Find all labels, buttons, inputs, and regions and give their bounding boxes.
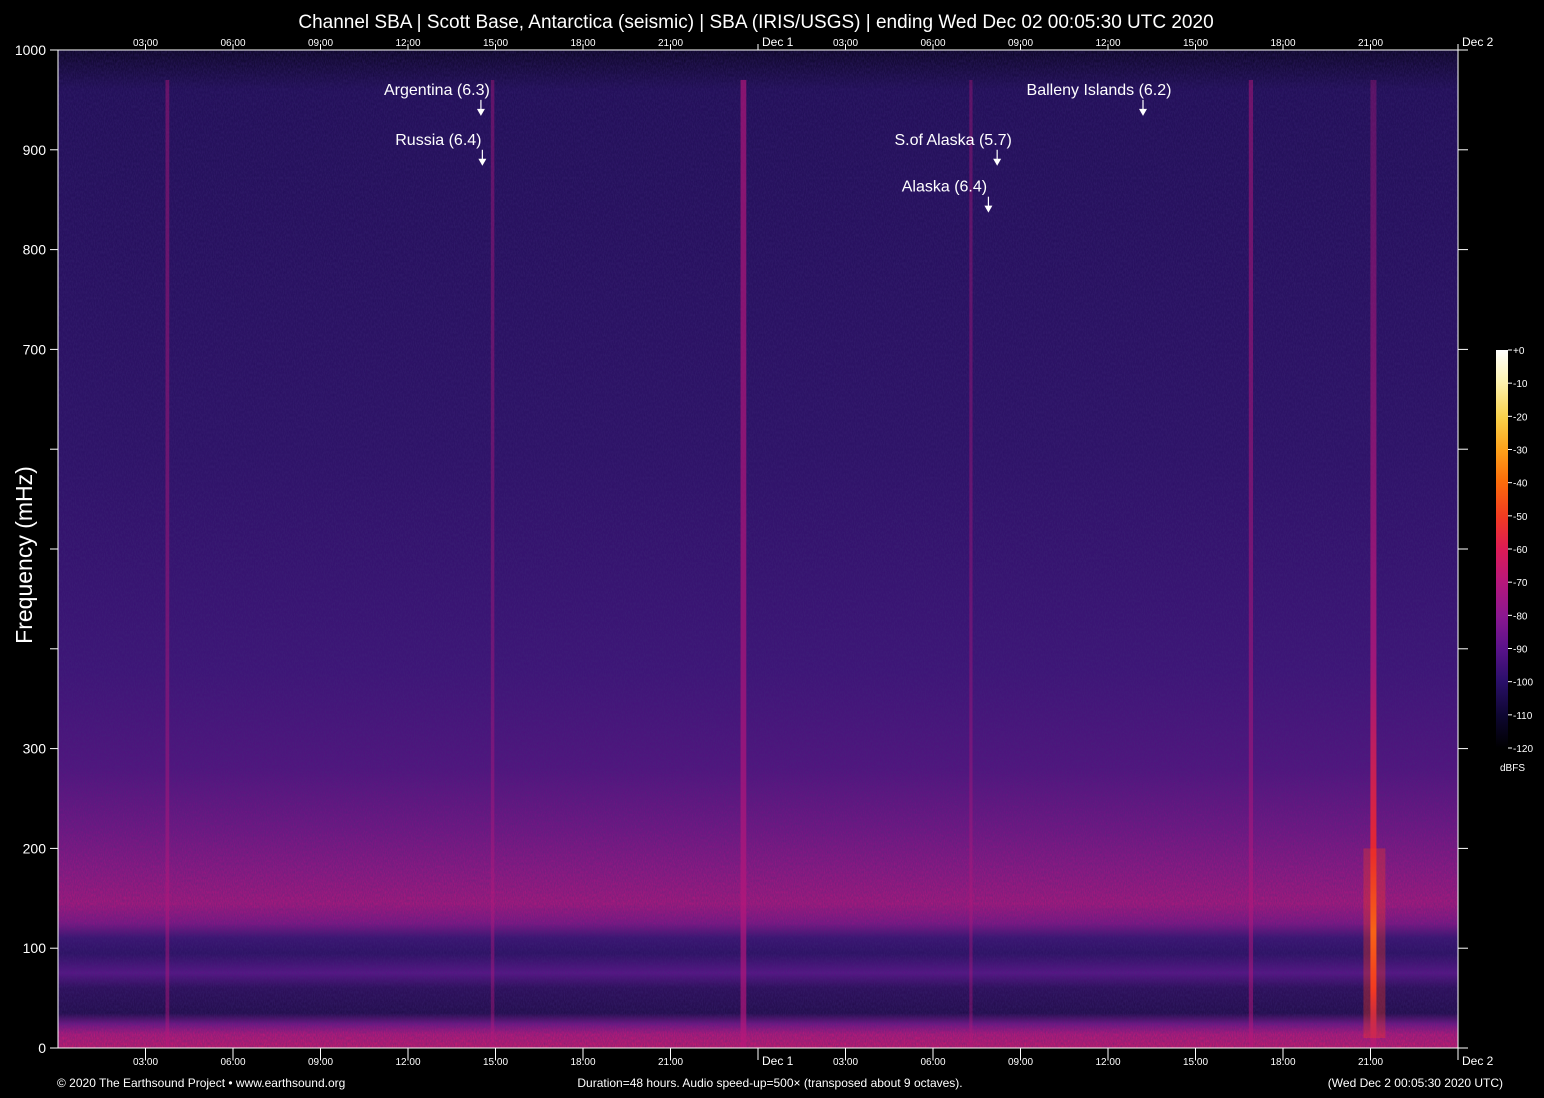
x-tick-label-top: 21:00 bbox=[1358, 38, 1383, 49]
x-tick-label-top: 09:00 bbox=[1008, 38, 1033, 49]
annotation-label: S.of Alaska (5.7) bbox=[894, 132, 1011, 149]
x-tick-label-top: 06:00 bbox=[920, 38, 945, 49]
annotation-label: Balleny Islands (6.2) bbox=[1027, 82, 1172, 99]
y-tick-label: 900 bbox=[23, 142, 47, 158]
x-tick-label-top: 09:00 bbox=[308, 38, 333, 49]
colorbar-tick-label: -100 bbox=[1513, 678, 1533, 689]
annotation-label: Alaska (6.4) bbox=[902, 179, 987, 196]
event-streak bbox=[490, 79, 495, 1048]
x-tick-label-bottom: 15:00 bbox=[1183, 1057, 1208, 1068]
x-tick-label-bottom: 06:00 bbox=[920, 1057, 945, 1068]
y-tick-label: 800 bbox=[23, 242, 47, 258]
x-tick-label-top: 03:00 bbox=[133, 38, 158, 49]
y-tick-label: 0 bbox=[38, 1040, 46, 1056]
x-tick-label-top: 12:00 bbox=[395, 38, 420, 49]
y-axis-label: Frequency (mHz) bbox=[11, 466, 37, 644]
x-tick-label-top: 15:00 bbox=[483, 38, 508, 49]
x-tick-label-bottom: 03:00 bbox=[133, 1057, 158, 1068]
x-tick-label-top: Dec 1 bbox=[762, 35, 794, 49]
colorbar-tick-label: -110 bbox=[1513, 711, 1533, 722]
colorbar-gradient bbox=[1496, 350, 1508, 748]
chart-title: Channel SBA | Scott Base, Antarctica (se… bbox=[298, 12, 1213, 33]
x-tick-label-top: 03:00 bbox=[833, 38, 858, 49]
colorbar-tick-label: -120 bbox=[1513, 744, 1533, 755]
y-tick-label: 200 bbox=[23, 840, 47, 856]
x-tick-label-bottom: 06:00 bbox=[220, 1057, 245, 1068]
event-streak bbox=[740, 79, 747, 1048]
colorbar-tick-label: -20 bbox=[1513, 412, 1528, 423]
y-tick-label: 300 bbox=[23, 741, 47, 757]
x-tick-label-top: 21:00 bbox=[658, 38, 683, 49]
x-tick-label-bottom: 21:00 bbox=[658, 1057, 683, 1068]
colorbar-tick-label: -40 bbox=[1513, 479, 1528, 490]
x-tick-label-top: Dec 2 bbox=[1462, 35, 1494, 49]
x-tick-label-bottom: 09:00 bbox=[1008, 1057, 1033, 1068]
colorbar-tick-label: -50 bbox=[1513, 512, 1528, 523]
event-streak bbox=[165, 79, 170, 1048]
x-tick-label-top: 18:00 bbox=[1270, 38, 1295, 49]
x-tick-label-bottom: Dec 2 bbox=[1462, 1054, 1494, 1068]
x-tick-label-top: 18:00 bbox=[570, 38, 595, 49]
colorbar-tick-label: -80 bbox=[1513, 611, 1528, 622]
spectrogram-chart: 0 100 200 300 700 800 900 1000 03:00 03:00 06:00 0… bbox=[11, 12, 1533, 1090]
colorbar-tick-label: -30 bbox=[1513, 446, 1528, 457]
x-tick-label-top: 15:00 bbox=[1183, 38, 1208, 49]
colorbar-tick-label: -70 bbox=[1513, 578, 1528, 589]
annotation-label: Argentina (6.3) bbox=[384, 82, 490, 99]
spectrogram-image bbox=[58, 50, 1458, 1048]
x-tick-label-bottom: 21:00 bbox=[1358, 1057, 1383, 1068]
x-tick-label-bottom: Dec 1 bbox=[762, 1054, 794, 1068]
y-tick-label: 100 bbox=[23, 940, 47, 956]
x-tick-label-bottom: 15:00 bbox=[483, 1057, 508, 1068]
x-tick-label-top: 12:00 bbox=[1095, 38, 1120, 49]
x-tick-label-bottom: 12:00 bbox=[1095, 1057, 1120, 1068]
event-burst bbox=[1363, 848, 1386, 1039]
colorbar-tick-label: -10 bbox=[1513, 379, 1528, 390]
footer-timestamp: (Wed Dec 2 00:05:30 2020 UTC) bbox=[1328, 1076, 1503, 1090]
x-tick-label-bottom: 12:00 bbox=[395, 1057, 420, 1068]
x-tick-label-top: 06:00 bbox=[220, 38, 245, 49]
footer-duration: Duration=48 hours. Audio speed-up=500× (… bbox=[577, 1076, 962, 1090]
x-tick-label-bottom: 09:00 bbox=[308, 1057, 333, 1068]
spectrogram-noise bbox=[58, 50, 1458, 1048]
x-tick-label-bottom: 03:00 bbox=[833, 1057, 858, 1068]
colorbar-ticks: +0 -10 -20 -30 -40 -50 -60 -70 -80 -90 -100 -110 -12… bbox=[1508, 346, 1533, 755]
footer-copyright: © 2020 The Earthsound Project • www.eart… bbox=[57, 1076, 345, 1090]
y-tick-label: 700 bbox=[23, 341, 47, 357]
x-tick-label-bottom: 18:00 bbox=[1270, 1057, 1295, 1068]
event-streak bbox=[969, 79, 973, 1048]
event-streak bbox=[1248, 79, 1254, 1048]
x-tick-label-bottom: 18:00 bbox=[570, 1057, 595, 1068]
colorbar-tick-label: -90 bbox=[1513, 645, 1528, 656]
colorbar: +0 -10 -20 -30 -40 -50 -60 -70 -80 -90 -100 -110 -12… bbox=[1496, 346, 1533, 774]
colorbar-tick-label: +0 bbox=[1513, 346, 1525, 357]
colorbar-tick-label: -60 bbox=[1513, 545, 1528, 556]
annotation-label: Russia (6.4) bbox=[395, 132, 481, 149]
y-tick-label: 1000 bbox=[15, 42, 46, 58]
colorbar-label: dBFS bbox=[1500, 763, 1525, 774]
